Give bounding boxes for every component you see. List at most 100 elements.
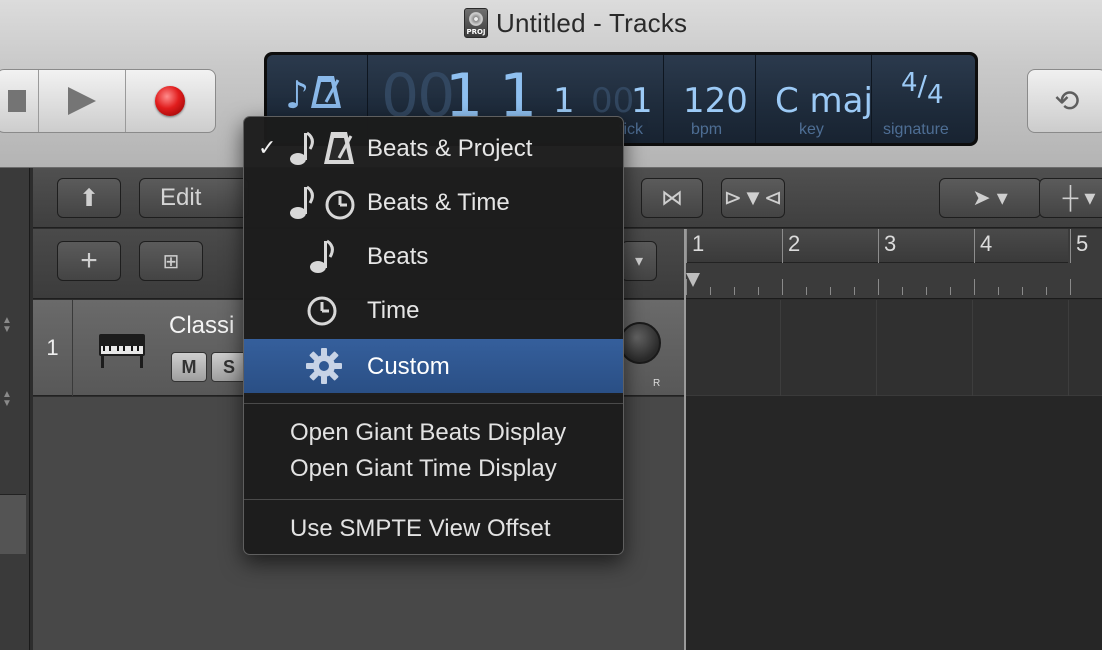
beat-tick (806, 287, 807, 295)
beat-tick (710, 287, 711, 295)
cycle-icon: ⟲ (1054, 84, 1080, 118)
menu-item-label: Beats & Project (367, 135, 533, 162)
inspector-cell (0, 494, 26, 554)
dropdown-icon: ▾ (634, 253, 644, 270)
add-folder-button[interactable]: ⊞ (139, 241, 203, 281)
grid-line (780, 300, 781, 396)
lcd-mode-button[interactable]: ♪ (285, 73, 343, 117)
doc-icon-label: PROJ (466, 28, 486, 36)
beat-tick (782, 279, 783, 295)
pointer-tool-icon: ➤ ▾ (972, 185, 1008, 210)
menu-item-beats-project[interactable]: ✓ Beats & Project (244, 121, 623, 175)
bar-number: 3 (884, 231, 897, 256)
stepper-arrows-icon[interactable]: ▲ ▼ (2, 390, 12, 409)
window-title: Untitled - Tracks (496, 7, 688, 38)
menu-item-time[interactable]: Time (244, 283, 623, 337)
pan-knob-label: R (653, 378, 661, 389)
ruler-bar-strip (686, 229, 1068, 263)
menu-item-label: Beats & Time (367, 189, 510, 216)
pane-divider[interactable] (684, 229, 686, 650)
flex-button[interactable]: ⊳▼⊲ (721, 178, 785, 218)
grid-line (876, 300, 877, 396)
beat-tick (686, 279, 687, 295)
signature-denominator: 4 (926, 80, 944, 110)
beat-tick (830, 287, 831, 295)
solo-button[interactable]: S (211, 352, 247, 382)
bar-ruler[interactable]: 1 2 3 4 5 (686, 229, 1102, 299)
lcd-signature-label: signature (883, 121, 949, 138)
beat-tick (878, 279, 879, 295)
metronome-icon (324, 132, 354, 164)
lcd-tick-leading: 00 (591, 81, 635, 121)
plus-icon: + (80, 244, 98, 277)
menu-item-open-giant-time[interactable]: Open Giant Time Display (290, 455, 557, 483)
gear-icon (306, 348, 342, 384)
beat-tick (854, 287, 855, 295)
clock-icon (307, 296, 337, 326)
cycle-button[interactable]: ⟲ (1027, 69, 1102, 133)
folder-plus-icon: ⊞ (162, 250, 180, 273)
grid-line (972, 300, 973, 396)
track-number: 1 (33, 300, 73, 396)
lcd-signature[interactable]: 4/4 (901, 68, 944, 110)
lcd-tempo[interactable]: 120 (683, 81, 748, 121)
bar-number: 5 (1076, 231, 1089, 256)
menu-item-label: Beats (367, 243, 429, 270)
go-up-button[interactable]: ⬆ (57, 178, 121, 218)
lcd-mode-menu: ✓ Beats & Project Beats & Time Beats Tim… (243, 116, 624, 555)
metronome-icon (311, 76, 342, 108)
project-file-icon: PROJ (464, 8, 488, 38)
catch-button[interactable]: ⋈ (641, 178, 703, 218)
signature-numerator: 4 (901, 68, 918, 98)
beat-tick (734, 287, 735, 295)
pan-knob[interactable] (619, 322, 661, 364)
disc-graphic (469, 12, 483, 26)
menu-item-beats-time[interactable]: Beats & Time (244, 175, 623, 229)
mute-button[interactable]: M (171, 352, 207, 382)
menu-item-custom[interactable]: Custom (244, 339, 623, 393)
beat-tick (1070, 279, 1071, 295)
menu-item-beats[interactable]: Beats (244, 229, 623, 283)
lcd-key[interactable]: C maj (775, 81, 873, 121)
bar-number: 4 (980, 231, 993, 256)
arrange-area[interactable] (686, 300, 1102, 650)
arrange-track-lane[interactable] (686, 300, 1102, 396)
beat-tick (926, 287, 927, 295)
snap-bowtie-icon: ⋈ (661, 185, 683, 210)
record-icon (155, 86, 186, 116)
playhead-marker[interactable] (686, 273, 700, 287)
grid-line (1068, 300, 1069, 396)
menu-item-smpte-offset[interactable]: Use SMPTE View Offset (290, 515, 551, 543)
lcd-separator (755, 55, 756, 143)
signature-slash: / (917, 69, 927, 102)
bar-tick (782, 229, 783, 263)
marquee-tool-menu[interactable]: ┼ ▾ (1039, 178, 1102, 218)
beat-tick (1022, 287, 1023, 295)
checkmark-icon: ✓ (258, 135, 277, 160)
note-icon (290, 131, 314, 165)
piano-icon (99, 334, 145, 368)
note-icon: ♪ (285, 73, 310, 117)
record-button[interactable] (126, 70, 215, 132)
note-icon (290, 185, 314, 219)
crosshair-icon: ┼ ▾ (1062, 185, 1096, 210)
transport-controls (0, 69, 216, 133)
track-name[interactable]: Classi (169, 312, 234, 340)
beat-tick (950, 287, 951, 295)
up-arrow-icon: ⬆ (78, 184, 100, 212)
stop-button[interactable] (0, 70, 39, 132)
edit-menu-button[interactable]: Edit (139, 178, 249, 218)
lcd-key-label: key (799, 121, 824, 138)
menu-item-open-giant-beats[interactable]: Open Giant Beats Display (290, 419, 566, 447)
add-track-button[interactable]: + (57, 241, 121, 281)
bar-tick (878, 229, 879, 263)
header-options-button[interactable]: ▾ (621, 241, 657, 281)
bar-tick (1070, 229, 1071, 263)
bar-tick (686, 229, 687, 263)
stepper-arrows-icon[interactable]: ▲ ▼ (2, 316, 12, 335)
lcd-tick: 1 (631, 81, 653, 121)
pointer-tool-menu[interactable]: ➤ ▾ (939, 178, 1041, 218)
play-button[interactable] (39, 70, 126, 132)
bar-number: 2 (788, 231, 801, 256)
menu-separator (244, 403, 623, 404)
